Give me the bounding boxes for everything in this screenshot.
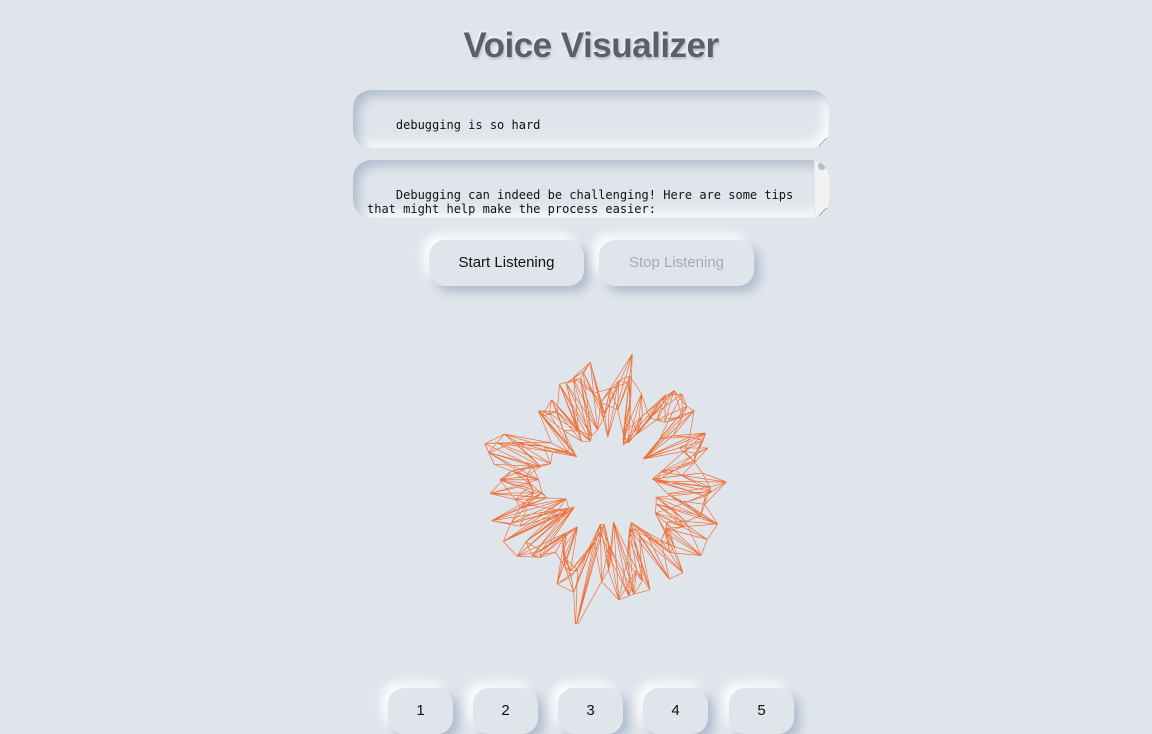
page-title: Voice Visualizer <box>463 26 719 65</box>
page-button-5[interactable]: 5 <box>729 688 794 734</box>
app-window: Voice Visualizer debugging is so hard De… <box>0 0 1152 734</box>
page-button-4[interactable]: 4 <box>643 688 708 734</box>
resize-grip-icon[interactable] <box>819 138 827 146</box>
scrollbar-thumb[interactable] <box>818 162 826 170</box>
page-button-1[interactable]: 1 <box>388 688 453 734</box>
response-output-text: Debugging can indeed be challenging! Her… <box>367 188 794 216</box>
stop-listening-button[interactable]: Stop Listening <box>599 240 754 286</box>
page-button-3[interactable]: 3 <box>558 688 623 734</box>
visualizer-mesh <box>484 353 727 624</box>
start-listening-button[interactable]: Start Listening <box>429 240 584 286</box>
response-output-textarea[interactable]: Debugging can indeed be challenging! Her… <box>353 160 829 218</box>
visualizer-lines <box>484 353 727 624</box>
page-button-2[interactable]: 2 <box>473 688 538 734</box>
prompt-input-textarea[interactable]: debugging is so hard <box>353 90 829 148</box>
prompt-input-text: debugging is so hard <box>395 118 541 132</box>
voice-visualizer-canvas <box>484 353 727 624</box>
resize-grip-icon[interactable] <box>819 208 827 216</box>
